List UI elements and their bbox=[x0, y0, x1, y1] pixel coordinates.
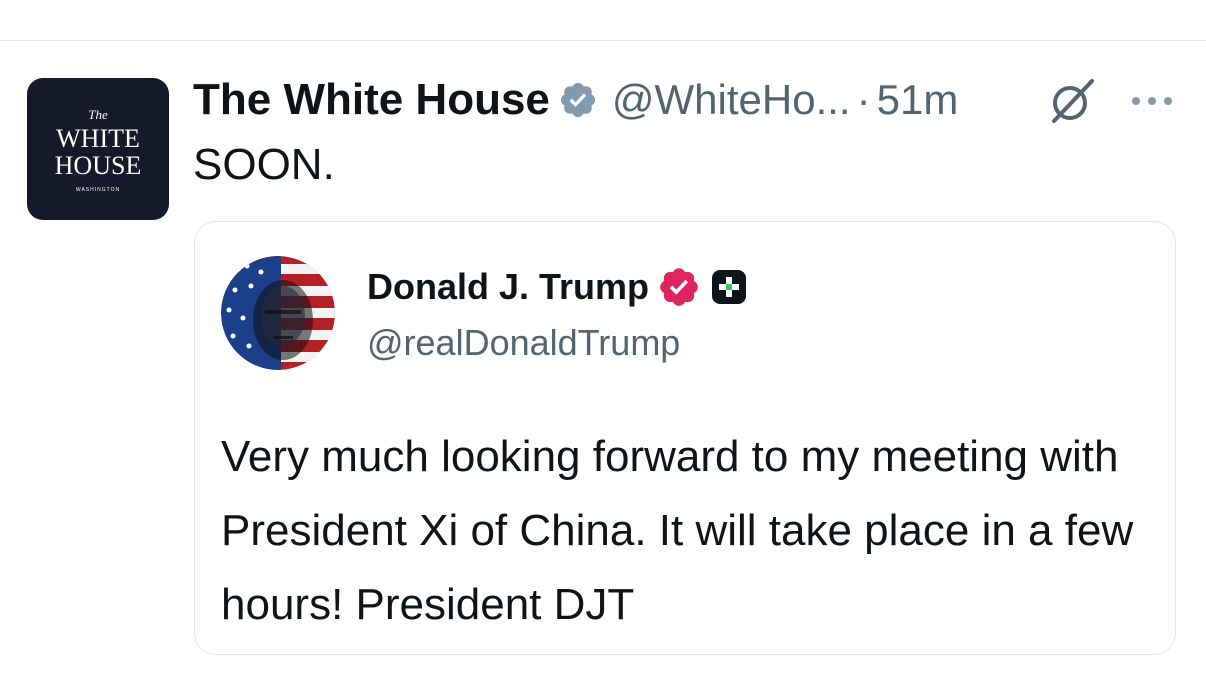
white-house-avatar[interactable]: The WHITE HOUSE WASHINGTON bbox=[27, 78, 169, 220]
quote-text: Very much looking forward to my meeting … bbox=[221, 432, 1134, 629]
tweet-header: The White House @WhiteHo... · 51m bbox=[193, 71, 958, 129]
timestamp[interactable]: 51m bbox=[877, 76, 959, 124]
display-name[interactable]: The White House bbox=[193, 75, 550, 125]
handle[interactable]: @WhiteHo... bbox=[612, 76, 851, 124]
quoted-tweet-card[interactable]: Donald J. Trump @realDonaldTrump Very mu… bbox=[194, 221, 1176, 655]
quote-display-name[interactable]: Donald J. Trump bbox=[367, 266, 649, 308]
quote-header: Donald J. Trump bbox=[367, 262, 747, 312]
tweet-text: SOON. bbox=[193, 140, 335, 189]
verified-badge-red-icon bbox=[657, 265, 701, 309]
tweet[interactable]: The WHITE HOUSE WASHINGTON The White Hou… bbox=[0, 41, 1206, 682]
plus-badge-icon bbox=[711, 269, 747, 305]
avatar-line2: HOUSE bbox=[54, 151, 142, 180]
verified-badge-gray-icon bbox=[558, 80, 598, 120]
avatar-location: WASHINGTON bbox=[75, 187, 121, 193]
trump-avatar[interactable] bbox=[221, 256, 335, 370]
avatar-line1: WHITE bbox=[56, 124, 140, 153]
grok-icon[interactable] bbox=[1046, 75, 1098, 127]
quote-handle[interactable]: @realDonaldTrump bbox=[367, 322, 680, 364]
separator-dot: · bbox=[856, 76, 871, 123]
avatar-small-text: The bbox=[88, 107, 108, 122]
more-dots-icon[interactable] bbox=[1130, 93, 1174, 109]
